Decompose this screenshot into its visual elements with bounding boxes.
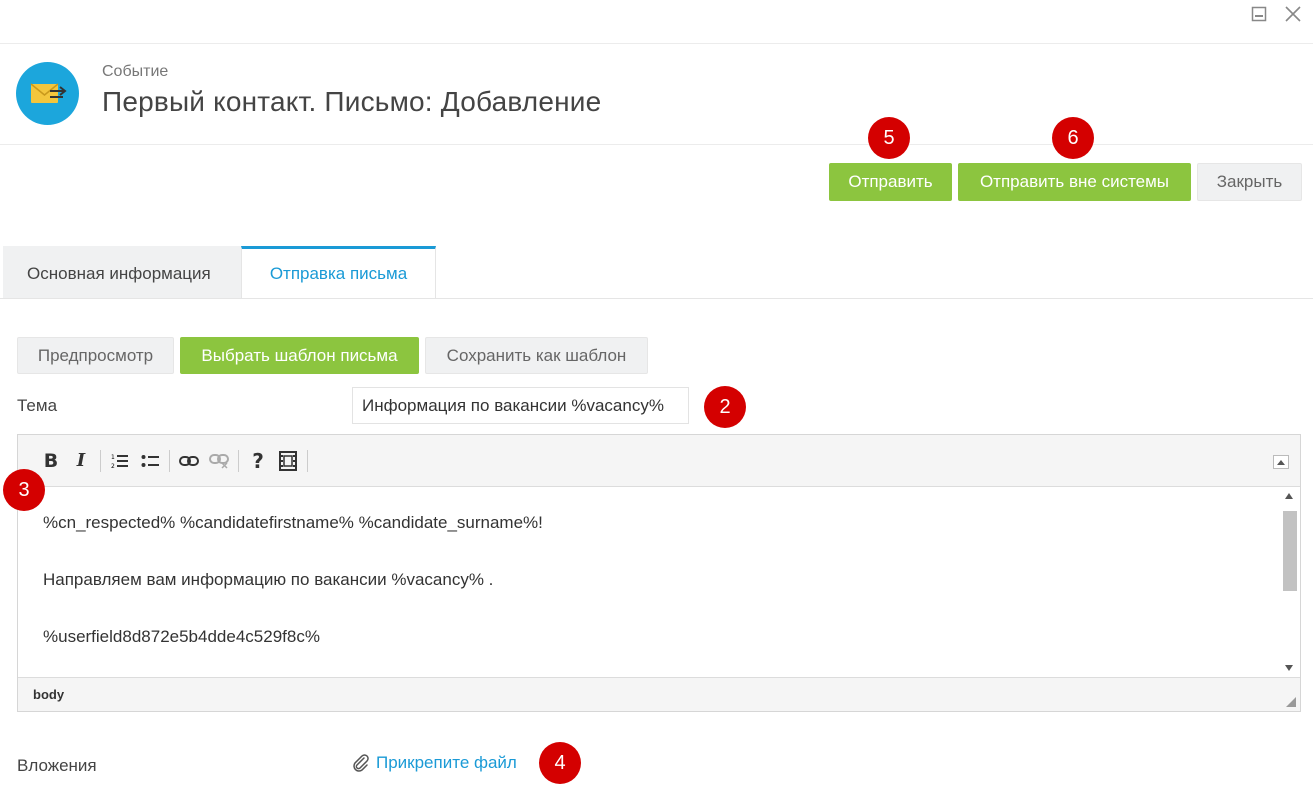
close-icon[interactable] [1283, 4, 1303, 24]
send-button[interactable]: Отправить [829, 163, 952, 201]
editor-line: Направляем вам информацию по вакансии %v… [43, 570, 494, 589]
toolbar-divider [307, 449, 308, 472]
page-header: Событие Первый контакт. Письмо: Добавлен… [16, 62, 601, 125]
link-icon[interactable] [174, 446, 204, 476]
save-template-button[interactable]: Сохранить как шаблон [425, 337, 648, 374]
page-title: Первый контакт. Письмо: Добавление [102, 85, 602, 117]
attach-file-label: Прикрепите файл [376, 753, 517, 772]
header-text: Событие Первый контакт. Письмо: Добавлен… [102, 63, 601, 119]
choose-template-button[interactable]: Выбрать шаблон письма [180, 337, 419, 374]
minimize-icon[interactable] [1249, 4, 1269, 24]
editor-toolbar: B I 12 ? [18, 435, 1300, 487]
media-icon[interactable] [273, 446, 303, 476]
annotation-badge: 6 [1052, 117, 1094, 159]
paperclip-icon [353, 754, 369, 772]
annotation-badge: 4 [539, 742, 581, 784]
top-divider [0, 43, 1313, 44]
envelope-arrow-icon [16, 62, 79, 125]
subject-input[interactable] [352, 387, 689, 424]
italic-icon[interactable]: I [66, 446, 96, 476]
rich-text-editor: B I 12 ? %cn_respected% %candidatefirstn… [17, 434, 1301, 712]
template-toolbar: Предпросмотр Выбрать шаблон письма Сохра… [17, 337, 648, 374]
svg-text:1: 1 [111, 454, 115, 461]
tab-bar: Основная информация Отправка письма [3, 246, 436, 298]
unlink-icon[interactable] [204, 446, 234, 476]
annotation-badge: 3 [3, 469, 45, 511]
close-button[interactable]: Закрыть [1197, 163, 1302, 201]
window-controls [1249, 4, 1303, 24]
tab-send-email[interactable]: Отправка письма [241, 246, 436, 298]
toolbar-divider [238, 449, 239, 472]
action-bar: Отправить Отправить вне системы Закрыть [829, 163, 1302, 201]
scroll-up-icon[interactable] [1285, 493, 1293, 499]
editor-line: %cn_respected% %candidatefirstname% %can… [43, 513, 543, 532]
resize-grip-icon[interactable] [1286, 697, 1296, 707]
editor-content[interactable]: %cn_respected% %candidatefirstname% %can… [18, 487, 1300, 677]
annotation-badge: 5 [868, 117, 910, 159]
attach-file-link[interactable]: Прикрепите файл [352, 753, 517, 773]
toolbar-divider [100, 449, 101, 472]
header-divider [0, 144, 1313, 145]
annotation-badge: 2 [704, 386, 746, 428]
numbered-list-icon[interactable]: 12 [105, 446, 135, 476]
tabs-divider [0, 298, 1313, 299]
help-icon[interactable]: ? [243, 446, 273, 476]
scroll-thumb[interactable] [1283, 511, 1297, 591]
preview-button[interactable]: Предпросмотр [17, 337, 174, 374]
editor-scrollbar[interactable] [1281, 491, 1297, 675]
attachments-label: Вложения [17, 756, 97, 775]
page-subtitle: Событие [102, 62, 169, 80]
svg-text:2: 2 [111, 463, 115, 469]
element-path[interactable]: body [33, 687, 64, 702]
editor-statusbar: body [18, 677, 1300, 711]
bold-icon[interactable]: B [36, 446, 66, 476]
collapse-toolbar-icon[interactable] [1273, 455, 1289, 469]
send-outside-button[interactable]: Отправить вне системы [958, 163, 1191, 201]
bulleted-list-icon[interactable] [135, 446, 165, 476]
scroll-down-icon[interactable] [1285, 665, 1293, 671]
subject-label: Тема [17, 396, 58, 415]
tab-main-info[interactable]: Основная информация [3, 246, 241, 298]
editor-line: %userfield8d872e5b4dde4c529f8c% [43, 627, 320, 646]
toolbar-divider [169, 449, 170, 472]
